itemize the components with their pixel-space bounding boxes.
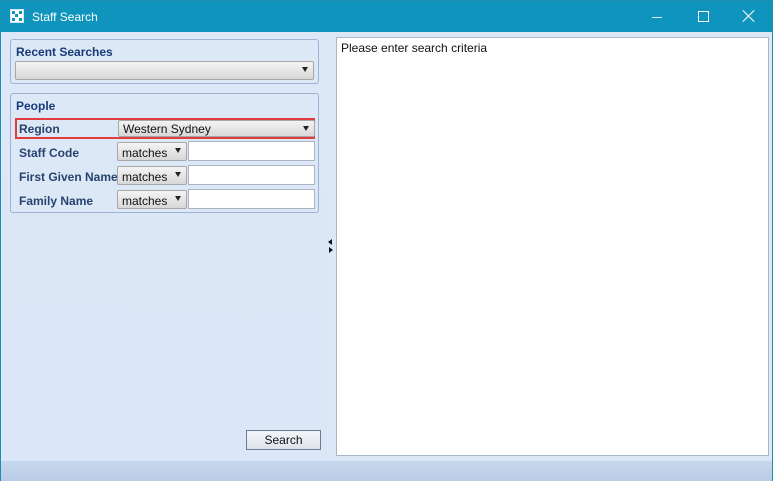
first-given-name-input[interactable]: [188, 165, 315, 185]
family-name-operator-value: matches: [122, 194, 168, 208]
chevron-down-icon: [302, 67, 308, 72]
recent-searches-dropdown[interactable]: [15, 61, 314, 80]
region-row: Region Western Sydney: [15, 118, 315, 139]
staff-search-window: Staff Search Recent Searches People Regi…: [0, 0, 773, 481]
maximize-button[interactable]: [680, 1, 726, 32]
close-icon: [742, 9, 756, 23]
family-name-input[interactable]: [188, 189, 315, 209]
people-group: People Region Western Sydney Staff Code …: [10, 93, 319, 213]
staff-code-operator-dropdown[interactable]: matches: [117, 142, 187, 161]
search-criteria-pane: Recent Searches People Region Western Sy…: [1, 32, 327, 460]
status-bar: [1, 460, 772, 481]
staff-code-operator-value: matches: [122, 146, 168, 160]
minimize-button[interactable]: [634, 1, 680, 32]
chevron-down-icon: [175, 196, 181, 201]
people-heading: People: [16, 99, 56, 113]
region-dropdown[interactable]: Western Sydney: [118, 120, 315, 137]
family-name-label: Family Name: [19, 194, 94, 208]
minimize-icon: [652, 17, 662, 18]
collapse-left-icon: [328, 239, 332, 245]
first-given-name-label: First Given Name: [19, 170, 118, 184]
chevron-down-icon: [175, 148, 181, 153]
region-value: Western Sydney: [123, 122, 211, 136]
staff-code-label: Staff Code: [19, 146, 79, 160]
recent-searches-heading: Recent Searches: [16, 45, 113, 59]
maximize-icon: [698, 11, 709, 22]
window-title: Staff Search: [32, 10, 98, 24]
first-given-name-operator-dropdown[interactable]: matches: [117, 166, 187, 185]
first-given-name-operator-value: matches: [122, 170, 168, 184]
app-icon: [10, 9, 24, 23]
search-button[interactable]: Search: [246, 430, 321, 450]
results-pane: Please enter search criteria: [336, 37, 769, 456]
close-button[interactable]: [726, 1, 772, 32]
staff-code-input[interactable]: [188, 141, 315, 161]
recent-searches-group: Recent Searches: [10, 39, 319, 84]
region-label: Region: [19, 122, 60, 136]
results-message: Please enter search criteria: [341, 41, 488, 55]
family-name-operator-dropdown[interactable]: matches: [117, 190, 187, 209]
expand-right-icon: [329, 247, 333, 253]
chevron-down-icon: [303, 126, 309, 131]
chevron-down-icon: [175, 172, 181, 177]
pane-splitter-toggle[interactable]: [327, 237, 335, 257]
title-bar[interactable]: Staff Search: [1, 1, 772, 32]
